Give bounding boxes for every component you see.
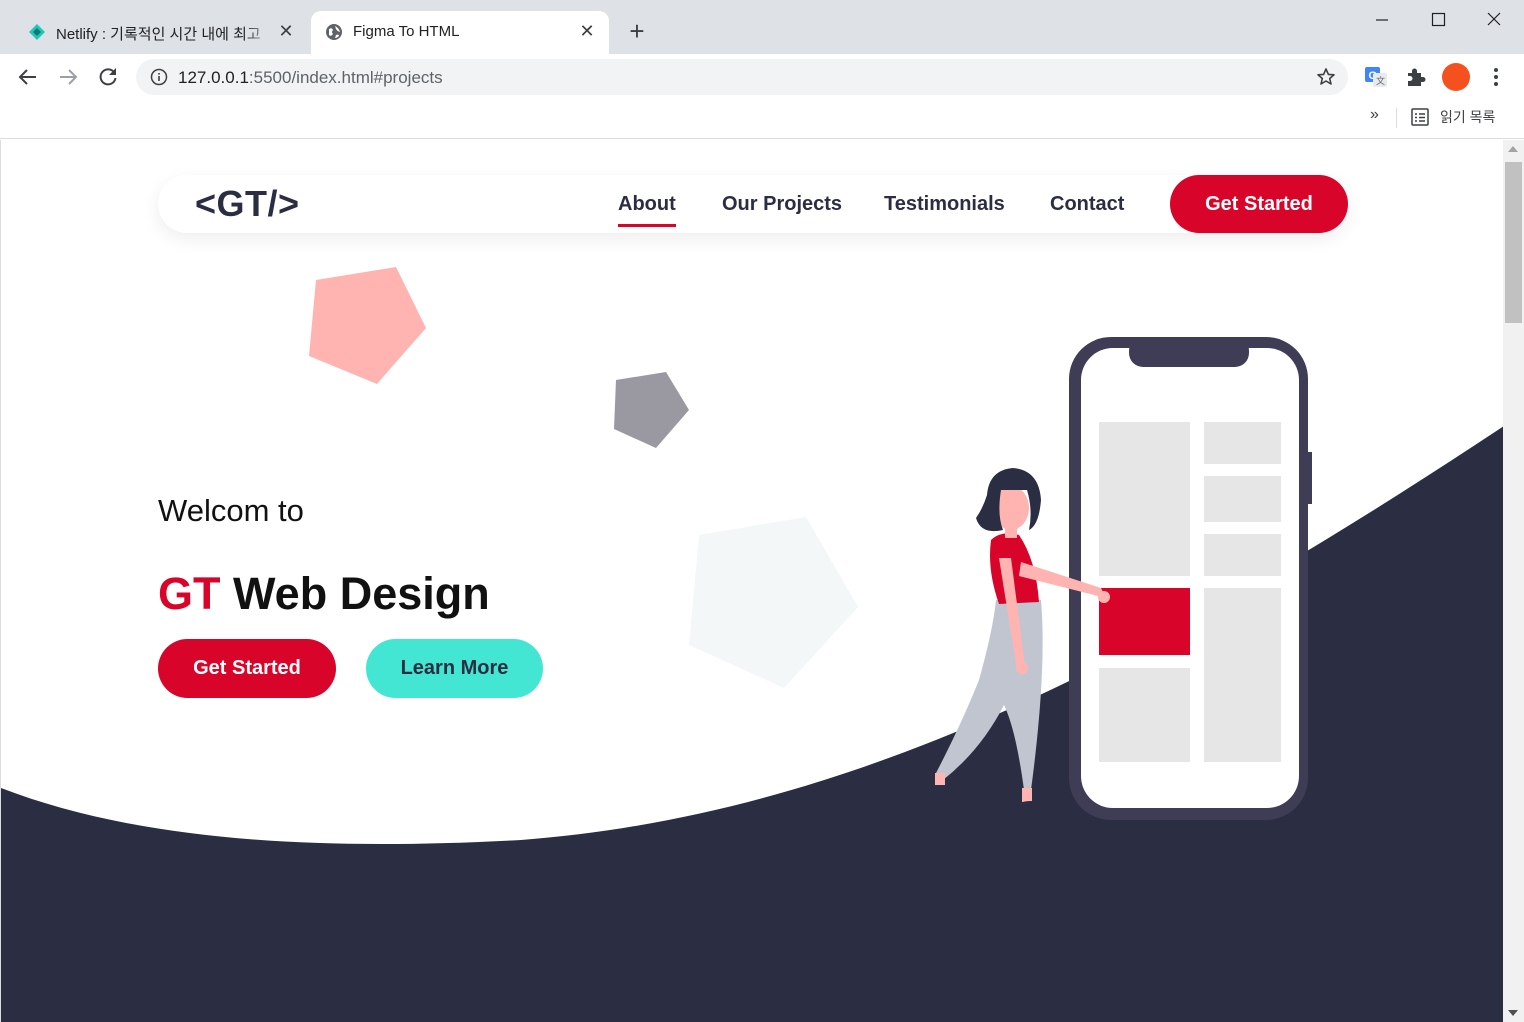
translate-icon[interactable]: G 文 [1364, 65, 1388, 89]
hero-learn-more-button[interactable]: Learn More [366, 639, 543, 698]
scrollbar-thumb[interactable] [1505, 162, 1522, 323]
page-viewport: <GT/> About Our Projects Testimonials Co… [0, 140, 1503, 1022]
reload-icon[interactable] [95, 64, 121, 90]
svg-text:文: 文 [1376, 75, 1385, 86]
address-bar[interactable]: 127.0.0.1:5500/index.html#projects [136, 59, 1348, 95]
url-path: :5500/index.html#projects [248, 68, 443, 87]
close-window-icon[interactable] [1474, 6, 1514, 34]
back-arrow-icon[interactable] [15, 64, 41, 90]
bookmarks-overflow-button[interactable]: » [1370, 106, 1379, 124]
minimize-icon[interactable] [1362, 6, 1402, 34]
hero-title: GT Web Design [158, 568, 490, 620]
info-icon[interactable] [150, 68, 168, 86]
forward-arrow-icon[interactable] [55, 64, 81, 90]
nav-link-about[interactable]: About [618, 193, 676, 227]
more-vert-icon[interactable] [1484, 65, 1508, 89]
nav-link-testimonials[interactable]: Testimonials [884, 193, 1005, 216]
browser-window: Netlify : 기록적인 시간 내에 최고 ✕ Figma To HTML … [0, 0, 1524, 1022]
nav-get-started-button[interactable]: Get Started [1170, 175, 1348, 233]
tab-title: Figma To HTML [353, 23, 460, 40]
globe-icon [326, 24, 342, 40]
scroll-up-arrow-icon[interactable] [1508, 146, 1518, 152]
new-tab-button[interactable]: + [625, 18, 649, 44]
site-logo[interactable]: <GT/> [195, 183, 300, 225]
hero-illustration [923, 337, 1312, 820]
nav-link-our-projects[interactable]: Our Projects [722, 193, 842, 216]
close-icon[interactable]: ✕ [276, 21, 296, 41]
url-host: 127.0.0.1 [178, 68, 249, 87]
scroll-down-arrow-icon[interactable] [1508, 1010, 1518, 1016]
vertical-scrollbar[interactable] [1503, 140, 1524, 1022]
extensions-puzzle-icon[interactable] [1404, 65, 1428, 89]
netlify-icon [29, 24, 45, 40]
divider [1396, 108, 1397, 128]
profile-avatar[interactable] [1442, 63, 1470, 91]
reading-list-icon[interactable] [1410, 107, 1430, 127]
url-text[interactable]: 127.0.0.1:5500/index.html#projects [178, 68, 443, 88]
tab-netlify[interactable]: Netlify : 기록적인 시간 내에 최고 ✕ [14, 11, 308, 54]
hero-title-accent: GT [158, 568, 221, 619]
pink-pentagon-shape [309, 267, 426, 384]
browser-toolbar: 127.0.0.1:5500/index.html#projects G 文 [0, 54, 1524, 100]
hero-welcome-text: Welcom to [158, 493, 304, 528]
tab-title: Netlify : 기록적인 시간 내에 최고 [56, 26, 261, 43]
close-icon[interactable]: ✕ [577, 21, 597, 41]
maximize-icon[interactable] [1418, 6, 1458, 34]
hero-title-rest: Web Design [233, 568, 490, 619]
tab-strip: Netlify : 기록적인 시간 내에 최고 ✕ Figma To HTML … [0, 0, 1524, 54]
hero-get-started-button[interactable]: Get Started [158, 639, 336, 698]
bookmark-star-icon[interactable] [1316, 67, 1336, 87]
nav-link-contact[interactable]: Contact [1050, 193, 1124, 216]
phone-illustration [1069, 337, 1312, 820]
bookmarks-bar: » 읽기 목록 [0, 100, 1524, 139]
gray-pentagon-shape [614, 372, 689, 448]
light-pentagon-shape [689, 517, 858, 688]
reading-list-label[interactable]: 읽기 목록 [1440, 107, 1495, 127]
site-navbar: <GT/> About Our Projects Testimonials Co… [158, 175, 1348, 233]
tab-figma-to-html[interactable]: Figma To HTML ✕ [311, 11, 609, 54]
